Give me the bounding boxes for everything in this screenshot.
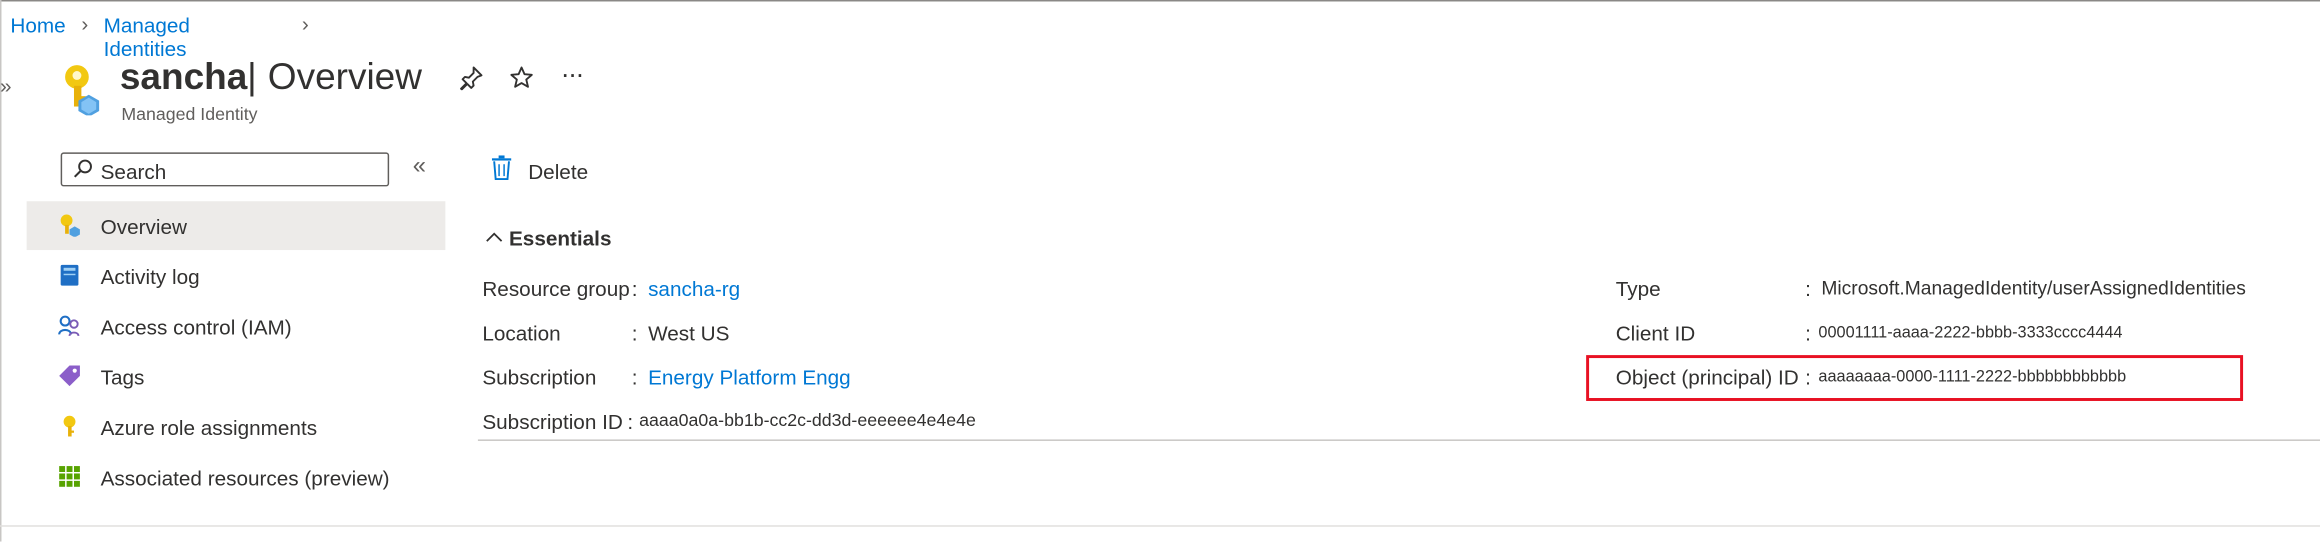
top-border	[0, 0, 2320, 2]
resource-group-label: Resource group	[482, 276, 630, 301]
essentials-divider	[477, 439, 2320, 441]
sidebar-item-role-assignments[interactable]: Azure role assignments	[27, 402, 446, 451]
resource-name: sancha	[119, 56, 248, 98]
collapse-menu-icon[interactable]: «	[413, 154, 426, 181]
field-colon: :	[631, 365, 638, 390]
sidebar-item-label: Tags	[100, 365, 145, 390]
subscription-id-value: aaaa0a0a-bb1b-cc2c-dd3d-eeeeee4e4e4e	[639, 409, 976, 431]
resource-type-subtitle: Managed Identity	[121, 103, 258, 125]
delete-button[interactable]: Delete	[485, 149, 603, 190]
sidebar-item-associated-resources[interactable]: Associated resources (preview)	[27, 453, 446, 502]
key-identity-icon	[60, 214, 80, 237]
grid-icon	[59, 466, 80, 487]
breadcrumb-chevron-icon: ›	[301, 11, 309, 36]
trash-icon	[491, 155, 512, 180]
star-icon[interactable]	[509, 65, 534, 90]
bottom-border	[0, 525, 2320, 527]
sidebar-item-tags[interactable]: Tags	[27, 352, 446, 401]
field-colon: :	[1805, 321, 1811, 345]
essentials-title: Essentials	[508, 226, 612, 251]
object-id-highlight-box	[1586, 355, 2244, 401]
location-label: Location	[482, 321, 561, 345]
tag-icon	[59, 365, 80, 387]
resource-group-link[interactable]: sancha-rg	[648, 277, 740, 301]
breadcrumb-managed-identities[interactable]: Managed Identities	[104, 13, 190, 60]
pin-icon[interactable]	[459, 65, 484, 91]
location-value: West US	[648, 321, 730, 345]
sidebar-item-activity-log[interactable]: Activity log	[27, 252, 446, 301]
breadcrumb-chevron-icon: ›	[81, 11, 89, 36]
field-colon: :	[631, 321, 638, 345]
more-options-icon[interactable]: ···	[561, 59, 585, 90]
client-id-value: 00001111-aaaa-2222-bbbb-3333cccc4444	[1818, 324, 2123, 342]
sidebar-item-overview[interactable]: Overview	[27, 201, 446, 250]
type-value: Microsoft.ManagedIdentity/userAssignedId…	[1821, 276, 2246, 299]
type-label: Type	[1615, 276, 1661, 301]
subscription-label: Subscription	[482, 365, 597, 390]
breadcrumb-home[interactable]: Home	[10, 13, 65, 37]
title-separator: |	[247, 56, 257, 98]
field-colon: :	[1805, 276, 1811, 301]
sidebar-item-label: Overview	[100, 214, 187, 239]
sidebar-item-label: Activity log	[100, 264, 200, 289]
search-input[interactable]: Search	[60, 152, 390, 187]
sidebar-item-label: Azure role assignments	[100, 415, 318, 440]
field-colon: :	[627, 409, 634, 434]
managed-identity-icon	[65, 65, 100, 116]
essentials-toggle[interactable]: Essentials	[479, 222, 612, 255]
search-placeholder: Search	[100, 159, 167, 184]
key-icon	[63, 415, 76, 437]
sidebar-item-label: Associated resources (preview)	[100, 466, 390, 490]
search-icon	[73, 159, 92, 178]
subscription-link[interactable]: Energy Platform Engg	[648, 365, 851, 389]
delete-label: Delete	[528, 159, 589, 184]
activity-log-icon	[60, 264, 79, 286]
sidebar-item-label: Access control (IAM)	[100, 315, 292, 339]
field-colon: :	[631, 276, 638, 301]
subscription-id-label: Subscription ID	[482, 409, 623, 434]
expand-menu-icon[interactable]: »	[0, 74, 11, 98]
client-id-label: Client ID	[1615, 321, 1696, 345]
page-title: Overview	[267, 56, 422, 98]
people-icon	[58, 315, 80, 337]
sidebar-item-access-control[interactable]: Access control (IAM)	[27, 302, 446, 351]
chevron-up-icon	[486, 232, 503, 242]
